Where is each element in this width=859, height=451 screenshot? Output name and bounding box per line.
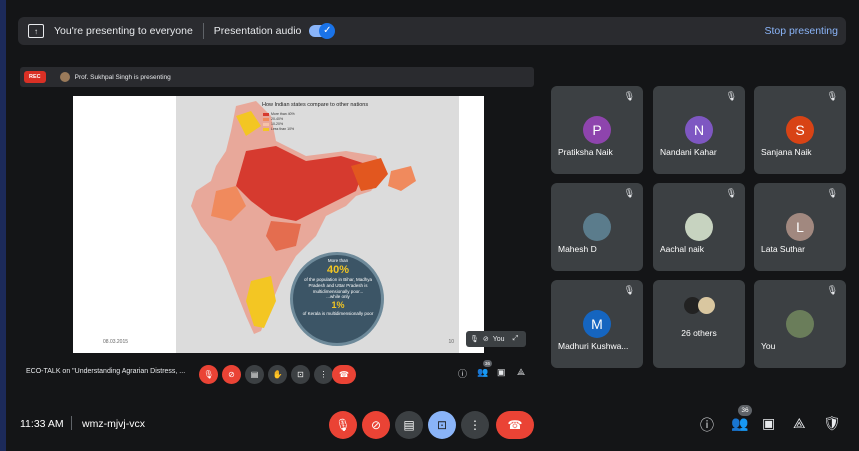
chat-icon[interactable]: ▣ [762, 415, 775, 432]
mini-more-button[interactable]: ⋮ [314, 365, 333, 384]
legend-item: 10-20% [263, 122, 295, 126]
participant-name: Sanjana Naik [761, 147, 812, 157]
presenter-bar: REC Prof. Sukhpal Singh is presenting [20, 67, 534, 87]
slide-title: How Indian states compare to other natio… [262, 102, 369, 108]
recording-badge: REC [24, 71, 46, 83]
participant-name: Lata Suthar [761, 244, 805, 254]
mic-off-icon: 🎙 [623, 285, 635, 295]
meeting-info-icon[interactable]: ⓘ [700, 415, 714, 435]
participant-name: Madhuri Kushwa... [558, 341, 629, 351]
participant-tile[interactable]: 🎙 M Madhuri Kushwa... [551, 280, 643, 368]
present-screen-icon: ↑ [28, 24, 44, 38]
avatar: S [786, 116, 814, 144]
banner-divider [202, 23, 204, 39]
people-icon[interactable]: 👥 [731, 415, 748, 432]
map-legend: More than 40% 20-40% 10-20% Less than 10… [263, 112, 295, 132]
camera-off-button[interactable]: ⊘ [362, 411, 390, 439]
stat-text-2: of Kerala is multidimensionally poor [302, 311, 374, 317]
presenting-banner: ↑ You're presenting to everyone Presenta… [18, 17, 846, 45]
clock: 11:33 AM [20, 418, 64, 430]
activities-icon[interactable]: ⟁ [793, 415, 806, 432]
legend-item: 20-40% [263, 117, 295, 121]
mic-off-icon: 🎙 [826, 91, 838, 101]
presentation-audio-label: Presentation audio [213, 25, 302, 37]
mic-off-button[interactable]: 🎙 [329, 411, 357, 439]
avatar: M [583, 310, 611, 338]
mini-raise-hand-button[interactable]: ✋ [268, 365, 287, 384]
captions-button[interactable]: ▤ [395, 411, 423, 439]
presenter-avatar [59, 72, 70, 82]
mini-mic-off-button[interactable]: 🎙 [199, 365, 218, 384]
stat-circle-text: More than 40% of the population in Bihar… [296, 258, 380, 317]
mic-off-icon: 🎙 [826, 188, 838, 198]
mini-people-icon[interactable]: 👥 [477, 367, 488, 378]
participant-tile[interactable]: 🎙 P Pratiksha Naik [551, 86, 643, 174]
mini-camera-off-button[interactable]: ⊘ [222, 365, 241, 384]
participant-name: Pratiksha Naik [558, 147, 613, 157]
participant-tile[interactable]: 🎙 N Nandani Kahar [653, 86, 745, 174]
participant-name: Aachal naik [660, 244, 704, 254]
participant-name: You [761, 341, 776, 351]
avatar: L [786, 213, 814, 241]
slide-date: 08.03.2015 [103, 339, 129, 345]
expand-icon[interactable]: ⤢ [513, 335, 519, 343]
self-label: You [492, 335, 505, 343]
presentation-audio-toggle[interactable]: ✓ [309, 23, 336, 39]
mic-off-icon: 🎙 [725, 188, 737, 198]
others-tile[interactable]: 26 others [653, 280, 745, 368]
more-options-button[interactable]: ⋮ [461, 411, 489, 439]
mic-off-icon: 🎙 [470, 336, 479, 343]
meeting-caption: ECO-TALK on "Understanding Agrarian Dist… [26, 368, 186, 375]
mini-present-button[interactable]: ⊡ [291, 365, 310, 384]
legend-item: More than 40% [263, 112, 295, 116]
present-now-button[interactable]: ⊡ [428, 411, 456, 439]
participant-tile[interactable]: 🎙 S Sanjana Naik [754, 86, 846, 174]
slide-page-number: 10 [448, 339, 454, 345]
mic-off-icon: 🎙 [826, 285, 838, 295]
shared-slide: How Indian states compare to other natio… [73, 96, 484, 353]
others-count: 26 others [681, 328, 717, 338]
avatar: N [685, 116, 713, 144]
bottom-divider [71, 416, 72, 430]
participant-name: Nandani Kahar [660, 147, 717, 157]
mic-off-icon: 🎙 [623, 188, 635, 198]
host-controls-icon[interactable]: 🛡 [823, 415, 841, 432]
mini-info-icon[interactable]: ⓘ [458, 367, 467, 380]
mini-chat-icon[interactable]: ▣ [497, 367, 506, 378]
participant-tile[interactable]: 🎙 L Lata Suthar [754, 183, 846, 271]
left-edge-strip [0, 0, 6, 451]
meeting-code: wmz-mjvj-vcx [82, 418, 145, 430]
mini-activities-icon[interactable]: ⟁ [517, 367, 525, 378]
participant-tile[interactable]: 🎙 Aachal naik [653, 183, 745, 271]
people-count-badge: 36 [738, 405, 752, 416]
self-tile[interactable]: 🎙 You [754, 280, 846, 368]
others-avatars [684, 297, 715, 319]
mini-captions-button[interactable]: ▤ [245, 365, 264, 384]
participant-tile[interactable]: 🎙 Mahesh D [551, 183, 643, 271]
presenter-text: Prof. Sukhpal Singh is presenting [74, 73, 171, 81]
mic-off-icon: 🎙 [725, 91, 737, 101]
avatar [583, 213, 611, 241]
stat-big-2: 1% [331, 299, 345, 310]
stat-text: of the population in Bihar, Madhya Prade… [303, 277, 373, 294]
avatar [786, 310, 814, 338]
avatar: P [583, 116, 611, 144]
mic-off-icon: 🎙 [623, 91, 635, 101]
mini-people-count: 36 [483, 360, 492, 367]
stat-big: 40% [326, 263, 350, 276]
self-preview[interactable]: 🎙 ⊘ You ⤢ [466, 331, 526, 347]
participant-name: Mahesh D [558, 244, 597, 254]
camera-off-icon: ⊘ [482, 336, 489, 343]
check-icon: ✓ [319, 23, 336, 39]
stop-presenting-button[interactable]: Stop presenting [764, 25, 838, 37]
legend-item: Less than 10% [263, 127, 295, 131]
leave-call-button[interactable]: ☎ [496, 411, 534, 439]
mini-leave-call-button[interactable]: ☎ [332, 365, 356, 384]
avatar [685, 213, 713, 241]
presenting-text: You're presenting to everyone [54, 25, 193, 37]
